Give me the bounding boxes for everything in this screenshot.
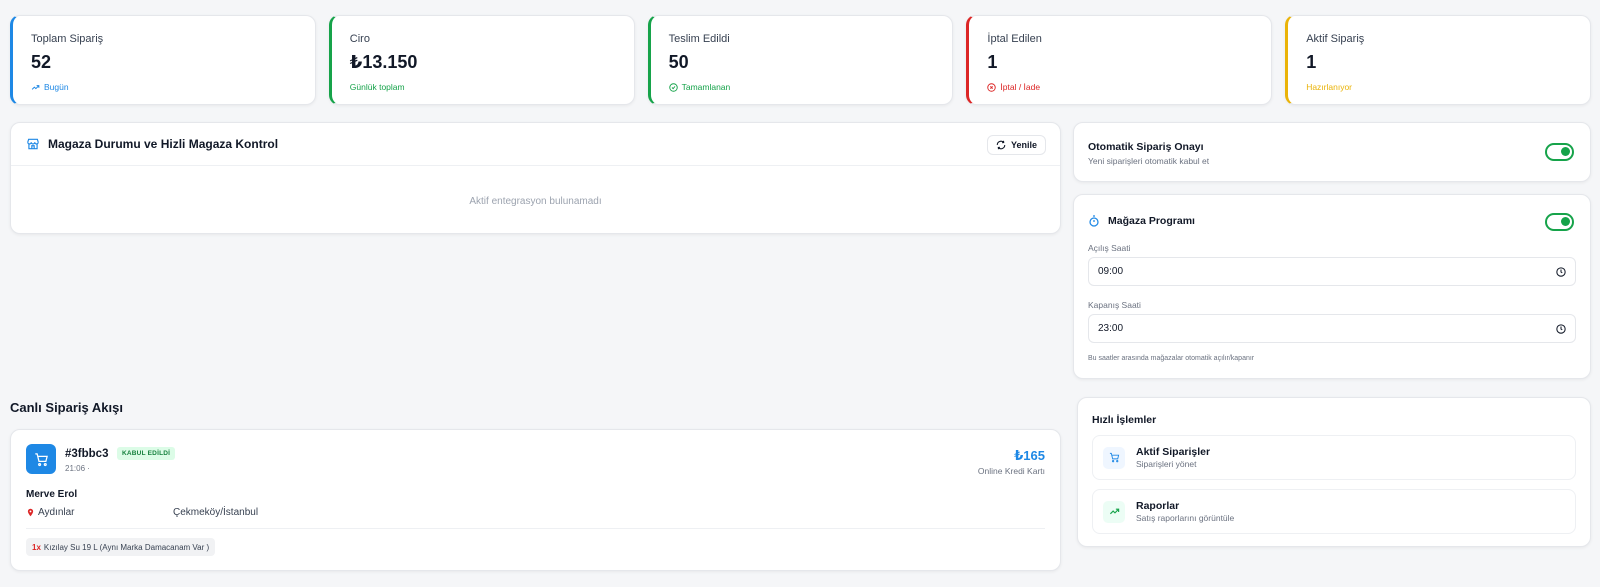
store-status-title: Magaza Durumu ve Hizli Magaza Kontrol xyxy=(48,137,279,151)
check-circle-icon xyxy=(668,82,678,92)
quick-action-subtitle: Siparişleri yönet xyxy=(1136,459,1197,469)
stat-card-total-orders: Toplam Sipariş 52 Bugün xyxy=(10,15,316,105)
store-status-panel: Magaza Durumu ve Hizli Magaza Kontrol Ye… xyxy=(10,122,1061,234)
auto-approve-title: Otomatik Sipariş Onayı xyxy=(1088,141,1204,153)
open-time-input[interactable]: 09:00 xyxy=(1088,257,1576,286)
clock-icon xyxy=(1556,323,1566,334)
x-circle-icon xyxy=(987,82,997,92)
schedule-toggle[interactable] xyxy=(1545,213,1574,231)
order-customer-name: Merve Erol xyxy=(26,489,78,500)
order-item-qty: 1x xyxy=(32,542,41,552)
schedule-note: Bu saatler arasında mağazalar otomatik a… xyxy=(1088,355,1255,362)
stat-value: 50 xyxy=(668,52,689,72)
cart-icon xyxy=(34,452,48,466)
order-divider xyxy=(26,528,1045,529)
stat-sub-text: Tamamlanan xyxy=(681,82,731,92)
quick-action-text: Raporlar Satış raporlarını görüntüle xyxy=(1136,500,1234,523)
stat-label: Teslim Edildi xyxy=(668,33,730,45)
store-schedule-panel: Mağaza Programı Açılış Saati 09:00 Kapan… xyxy=(1073,194,1591,379)
open-time-value: 09:00 xyxy=(1098,266,1124,277)
order-status-badge: KABUL EDİLDİ xyxy=(117,447,176,460)
order-id: #3fbbc3 xyxy=(65,448,109,460)
empty-integrations-message: Aktif entegrasyon bulunamadı xyxy=(469,196,602,207)
stat-sub: Bugün xyxy=(31,82,315,92)
quick-action-active-orders[interactable]: Aktif Siparişler Siparişleri yönet xyxy=(1092,435,1576,480)
stat-sub: İptal / İade xyxy=(987,82,1271,92)
order-icon-wrap xyxy=(26,444,56,474)
store-status-header: Magaza Durumu ve Hizli Magaza Kontrol Ye… xyxy=(11,123,1060,166)
quick-action-subtitle: Satış raporlarını görüntüle xyxy=(1136,513,1235,523)
stat-value: ₺13.150 xyxy=(349,52,418,72)
stat-label: Toplam Sipariş xyxy=(31,33,104,45)
order-item-name: Kızılay Su 19 L (Aynı Marka Damacanam Va… xyxy=(43,542,210,552)
order-item-chip: 1x Kızılay Su 19 L (Aynı Marka Damacanam… xyxy=(26,538,216,556)
quick-actions-title: Hızlı İşlemler xyxy=(1092,414,1157,426)
stat-sub-text: Hazırlanıyor xyxy=(1306,82,1353,92)
order-time: 21:06 · xyxy=(65,464,90,473)
close-time-label: Kapanış Saati xyxy=(1088,300,1141,310)
live-orders-title: Canlı Sipariş Akışı xyxy=(10,400,123,415)
store-icon xyxy=(27,138,39,150)
timer-icon xyxy=(1089,215,1099,227)
stat-value: 52 xyxy=(31,52,52,72)
trending-up-icon xyxy=(1109,508,1119,515)
cart-icon xyxy=(1109,452,1119,463)
quick-action-reports[interactable]: Raporlar Satış raporlarını görüntüle xyxy=(1092,489,1576,534)
quick-action-text: Aktif Siparişler Siparişleri yönet xyxy=(1136,446,1210,469)
schedule-title: Mağaza Programı xyxy=(1108,215,1195,227)
stat-sub: Günlük toplam xyxy=(350,82,634,92)
order-district: Aydınlar xyxy=(26,507,75,518)
order-city: Çekmeköy/İstanbul xyxy=(173,507,259,518)
map-pin-icon xyxy=(27,508,34,517)
auto-approve-subtitle: Yeni siparişleri otomatik kabul et xyxy=(1088,156,1210,166)
order-payment-method: Online Kredi Kartı xyxy=(977,466,1045,476)
auto-approve-panel: Otomatik Sipariş Onayı Yeni siparişleri … xyxy=(1073,122,1591,182)
schedule-header: Mağaza Programı xyxy=(1088,215,1576,227)
quick-action-title: Raporlar xyxy=(1136,500,1180,512)
auto-approve-toggle[interactable] xyxy=(1545,143,1574,161)
stat-label: Aktif Sipariş xyxy=(1306,33,1365,45)
stats-row: Toplam Sipariş 52 Bugün Ciro ₺13.150 Gün… xyxy=(10,15,1591,105)
stat-card-revenue: Ciro ₺13.150 Günlük toplam xyxy=(328,15,635,105)
close-time-value: 23:00 xyxy=(1098,323,1124,334)
quick-actions-panel: Hızlı İşlemler Aktif Siparişler Siparişl… xyxy=(1077,397,1591,547)
refresh-label: Yenile xyxy=(1010,140,1037,150)
stat-sub-text: İptal / İade xyxy=(1000,82,1041,92)
stat-value: 1 xyxy=(987,52,998,72)
order-price: ₺165 xyxy=(1014,448,1045,463)
quick-action-icon-wrap xyxy=(1103,500,1125,523)
trending-up-icon xyxy=(31,84,40,90)
stat-card-delivered: Teslim Edildi 50 Tamamlanan xyxy=(647,15,954,105)
order-district-text: Aydınlar xyxy=(38,507,75,518)
stat-card-active-orders: Aktif Sipariş 1 Hazırlanıyor xyxy=(1285,15,1591,105)
close-time-input[interactable]: 23:00 xyxy=(1088,314,1576,343)
stat-sub: Hazırlanıyor xyxy=(1306,82,1590,92)
stat-label: İptal Edilen xyxy=(987,33,1042,45)
stat-sub-text: Bugün xyxy=(44,82,69,92)
stat-sub-text: Günlük toplam xyxy=(349,82,405,92)
stat-card-cancelled: İptal Edilen 1 İptal / İade xyxy=(966,15,1273,105)
quick-action-icon-wrap xyxy=(1103,446,1125,469)
refresh-icon xyxy=(996,140,1006,150)
order-card[interactable]: #3fbbc3 KABUL EDİLDİ 21:06 · ₺165 Online… xyxy=(10,429,1061,571)
stat-sub: Tamamlanan xyxy=(668,82,953,92)
open-time-label: Açılış Saati xyxy=(1088,243,1131,253)
clock-icon xyxy=(1556,266,1566,277)
stat-value: 1 xyxy=(1306,52,1317,72)
quick-action-title: Aktif Siparişler xyxy=(1136,446,1211,458)
refresh-button[interactable]: Yenile xyxy=(986,135,1046,155)
stat-label: Ciro xyxy=(349,33,370,45)
